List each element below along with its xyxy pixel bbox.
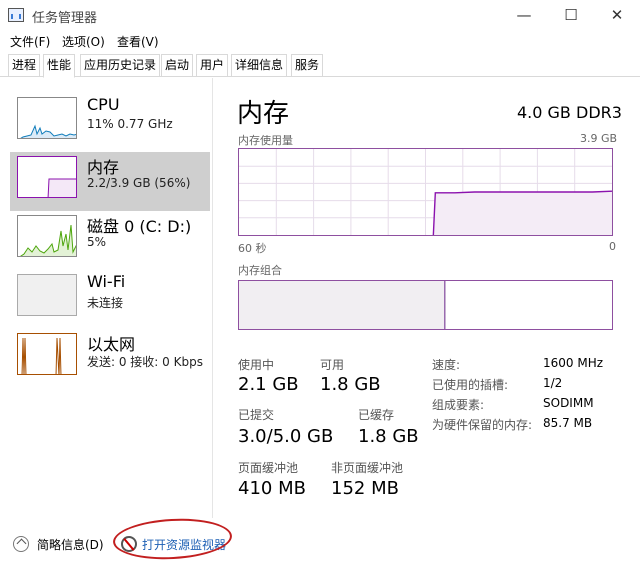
tab-users[interactable]: 用户 [196,54,229,76]
window-title: 任务管理器 [32,11,98,26]
task-manager-app-icon [8,8,24,22]
title-bar: 任务管理器 — ☐ ✕ [0,0,640,30]
sidebar-item-cpu[interactable]: CPU 11% 0.77 GHz [10,93,210,152]
tab-details[interactable]: 详细信息 [231,54,288,76]
close-button[interactable]: ✕ [594,0,640,30]
ethernet-thumbnail-graph [17,333,77,375]
performance-sidebar: CPU 11% 0.77 GHz 内存 2.2/3.9 GB (56%) 磁盘 … [0,78,213,518]
sidebar-item-label: Wi-Fi [87,272,126,291]
sidebar-item-detail: 11% 0.77 GHz [87,117,173,131]
cached-value: 1.8 GB [358,426,419,447]
collapse-arrow-icon[interactable] [13,536,29,552]
speed-label: 速度: [432,358,461,372]
memory-usage-graph [238,148,613,236]
cpu-thumbnail-graph [17,97,77,139]
time-axis-right: 0 [609,240,616,253]
paged-pool-label: 页面缓冲池 [238,461,299,475]
hardware-reserved-value: 85.7 MB [543,416,593,430]
sidebar-item-memory[interactable]: 内存 2.2/3.9 GB (56%) [10,152,210,211]
memory-in-use-segment [239,281,445,329]
form-factor-label: 组成要素: [432,398,485,412]
sidebar-item-label: 磁盘 0 (C: D:) [87,217,192,236]
tab-strip: 进程 性能 应用历史记录 启动 用户 详细信息 服务 [0,54,640,78]
memory-spec: 4.0 GB DDR3 [517,103,622,122]
in-use-label: 使用中 [238,358,275,372]
tab-processes[interactable]: 进程 [8,54,41,76]
menu-view[interactable]: 查看(V) [117,33,159,50]
nonpaged-pool-label: 非页面缓冲池 [331,461,404,475]
committed-label: 已提交 [238,408,275,422]
memory-usage-chart [239,149,612,235]
in-use-value: 2.1 GB [238,374,299,395]
sidebar-item-detail: 未连接 [87,296,124,310]
memory-usage-max: 3.9 GB [580,132,618,145]
tab-app-history[interactable]: 应用历史记录 [80,54,161,76]
memory-composition-bar [238,280,613,330]
page-title: 内存 [237,99,290,129]
memory-usage-area [433,191,612,235]
paged-pool-value: 410 MB [238,478,306,499]
menu-bar: 文件(F) 选项(O) 查看(V) [0,30,640,52]
available-label: 可用 [320,358,345,372]
memory-composition-caption: 内存组合 [238,264,282,277]
wifi-thumbnail-graph [17,274,77,316]
form-factor-value: SODIMM [543,396,594,410]
menu-options[interactable]: 选项(O) [62,33,105,50]
disk-thumbnail-graph [17,215,77,257]
slots-used-label: 已使用的插槽: [432,378,509,392]
memory-usage-caption: 内存使用量 [238,134,293,147]
sidebar-item-detail: 5% [87,235,107,249]
minimize-button[interactable]: — [501,0,547,30]
tab-services[interactable]: 服务 [291,54,324,76]
sidebar-item-label: 以太网 [87,335,136,354]
slots-used-value: 1/2 [543,376,563,390]
speed-value: 1600 MHz [543,356,604,370]
sidebar-item-detail: 2.2/3.9 GB (56%) [87,176,191,190]
sidebar-item-ethernet[interactable]: 以太网 发送: 0 接收: 0 Kbps [10,329,210,388]
tab-performance[interactable]: 性能 [43,54,76,78]
sidebar-item-wifi[interactable]: Wi-Fi 未连接 [10,270,210,329]
fewer-details-link[interactable]: 简略信息(D) [37,536,104,553]
nonpaged-pool-value: 152 MB [331,478,399,499]
sidebar-item-detail: 发送: 0 接收: 0 Kbps [87,355,203,369]
menu-file[interactable]: 文件(F) [10,33,50,50]
tab-startup[interactable]: 启动 [161,54,194,76]
hardware-reserved-label: 为硬件保留的内存: [432,418,533,432]
sidebar-item-disk[interactable]: 磁盘 0 (C: D:) 5% [10,211,210,270]
sidebar-item-label: CPU [87,95,120,114]
memory-thumbnail-graph [17,156,77,198]
sidebar-item-label: 内存 [87,158,120,177]
time-axis-left: 60 秒 [238,242,267,255]
maximize-button[interactable]: ☐ [548,0,594,30]
cached-label: 已缓存 [358,408,395,422]
committed-value: 3.0/5.0 GB [238,426,334,447]
available-value: 1.8 GB [320,374,381,395]
memory-in-use-divider [444,281,447,329]
